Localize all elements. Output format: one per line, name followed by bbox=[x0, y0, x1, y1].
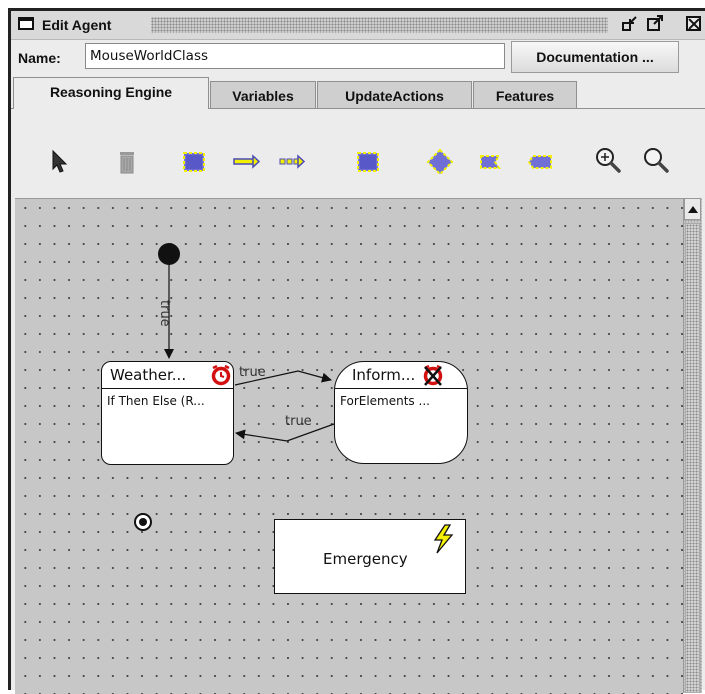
tab-update-actions[interactable]: UpdateActions bbox=[317, 81, 472, 108]
state-divider bbox=[335, 388, 467, 389]
add-state-icon[interactable] bbox=[179, 147, 209, 177]
state-weather[interactable]: Weather... If Then Else (R... bbox=[101, 361, 234, 465]
window-icon bbox=[18, 17, 34, 30]
diagram-toolbar bbox=[15, 111, 705, 199]
agent-name-input[interactable] bbox=[85, 43, 505, 69]
add-exit-point-icon[interactable] bbox=[525, 147, 555, 177]
maximize-icon[interactable] bbox=[646, 15, 664, 33]
event-name: Emergency bbox=[323, 550, 408, 568]
delete-trash-icon[interactable] bbox=[112, 147, 142, 177]
zoom-out-icon[interactable] bbox=[641, 145, 671, 175]
name-label: Name: bbox=[18, 50, 61, 66]
add-entry-point-icon[interactable] bbox=[477, 147, 507, 177]
scroll-thumb[interactable] bbox=[685, 223, 700, 693]
state-action: If Then Else (R... bbox=[107, 394, 205, 408]
event-state-emergency[interactable]: Emergency bbox=[274, 519, 466, 594]
state-name: Weather... bbox=[110, 366, 187, 384]
window-title: Edit Agent bbox=[42, 17, 112, 33]
add-choice-icon[interactable] bbox=[425, 147, 455, 177]
initial-transition-label: true bbox=[157, 300, 172, 327]
state-action: ForElements ... bbox=[340, 394, 430, 408]
add-composite-state-icon[interactable] bbox=[353, 147, 383, 177]
title-bar[interactable]: Edit Agent bbox=[11, 11, 705, 40]
tab-reasoning-engine[interactable]: Reasoning Engine bbox=[13, 77, 209, 109]
vertical-scrollbar[interactable] bbox=[683, 198, 702, 693]
zoom-in-icon[interactable] bbox=[593, 145, 623, 175]
documentation-button[interactable]: Documentation ... bbox=[511, 41, 679, 73]
close-icon[interactable] bbox=[686, 16, 701, 31]
state-divider bbox=[102, 388, 233, 389]
state-name: Inform... bbox=[352, 366, 416, 384]
timer-disabled-icon bbox=[422, 364, 444, 386]
timer-icon bbox=[210, 364, 232, 386]
inform-weather-transition-label: true bbox=[285, 414, 312, 429]
state-inform[interactable]: Inform... ForElements ... bbox=[334, 361, 468, 464]
scroll-up-button[interactable] bbox=[684, 198, 701, 220]
initial-state-dot[interactable] bbox=[158, 243, 180, 265]
title-drag-grip[interactable] bbox=[151, 17, 608, 33]
reasoning-diagram-canvas[interactable]: true true true Weather... If Then Else (… bbox=[15, 198, 683, 694]
add-dashed-transition-icon[interactable] bbox=[277, 147, 307, 177]
final-state-marker[interactable] bbox=[134, 513, 152, 531]
tab-features[interactable]: Features bbox=[473, 81, 577, 108]
lightning-icon bbox=[430, 524, 456, 554]
select-arrow-icon[interactable] bbox=[45, 147, 75, 177]
minimize-icon[interactable] bbox=[621, 15, 639, 33]
tab-variables[interactable]: Variables bbox=[210, 81, 316, 108]
weather-inform-transition-label: true bbox=[239, 365, 266, 380]
add-transition-icon[interactable] bbox=[231, 147, 261, 177]
edit-agent-window: Edit Agent Name: Documentation ... Reaso… bbox=[8, 8, 705, 694]
